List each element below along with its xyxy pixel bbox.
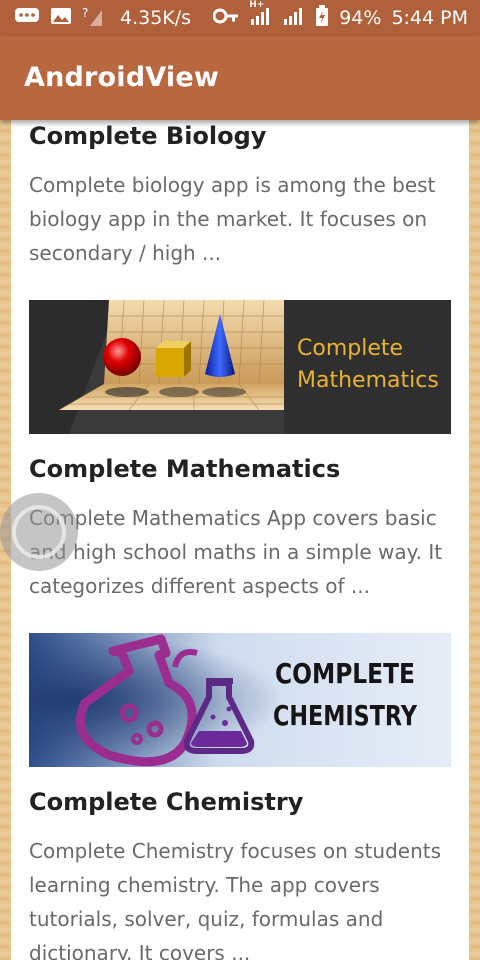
signal-icon: H+ bbox=[249, 0, 273, 31]
message-icon bbox=[14, 6, 40, 31]
post-description: Complete Chemistry focuses on students l… bbox=[29, 839, 442, 960]
mathematics-banner-line1: Complete bbox=[297, 336, 403, 361]
post-item-mathematics[interactable]: Complete Mathematics Complete Mathematic… bbox=[29, 300, 451, 603]
network-type: H+ bbox=[249, 0, 265, 10]
status-bar: ? 4.35K/s H+ 94% 5:44 PM bbox=[0, 0, 480, 36]
network-speed: 4.35K/s bbox=[120, 7, 192, 29]
post-image-mathematics[interactable]: Complete Mathematics bbox=[29, 300, 451, 434]
post-list[interactable]: Complete Biology Complete biology app is… bbox=[11, 120, 469, 960]
background-frame-right bbox=[470, 120, 480, 960]
post-title[interactable]: Complete Chemistry bbox=[29, 787, 451, 817]
post-item-biology[interactable]: Complete Biology Complete biology app is… bbox=[29, 120, 451, 270]
app-title: AndroidView bbox=[24, 62, 220, 93]
image-icon bbox=[50, 6, 72, 31]
post-description: Complete Mathematics App covers basic an… bbox=[29, 506, 443, 598]
post-title[interactable]: Complete Mathematics bbox=[29, 454, 451, 484]
post-item-chemistry[interactable]: COMPLETE CHEMISTRY Complete Chemistry Co… bbox=[29, 633, 451, 960]
battery-icon bbox=[315, 4, 329, 32]
post-title[interactable]: Complete Biology bbox=[29, 121, 451, 151]
touch-indicator bbox=[0, 493, 78, 571]
chemistry-banner-line1: COMPLETE bbox=[275, 657, 415, 690]
clock: 5:44 PM bbox=[391, 7, 468, 29]
post-image-chemistry[interactable]: COMPLETE CHEMISTRY bbox=[29, 633, 451, 767]
battery-level: 94% bbox=[339, 7, 382, 29]
key-icon bbox=[212, 7, 239, 29]
mathematics-banner-line2: Mathematics bbox=[297, 368, 439, 393]
chemistry-banner-graphic: COMPLETE CHEMISTRY bbox=[29, 633, 451, 767]
svg-text:?: ? bbox=[82, 6, 88, 20]
mathematics-banner-graphic: Complete Mathematics bbox=[29, 300, 451, 434]
app-bar: AndroidView bbox=[0, 36, 480, 120]
signal-question-icon: ? bbox=[82, 5, 104, 32]
chemistry-banner-line2: CHEMISTRY bbox=[273, 699, 418, 732]
signal-icon-2 bbox=[283, 6, 305, 31]
post-description: Complete biology app is among the best b… bbox=[29, 173, 436, 265]
